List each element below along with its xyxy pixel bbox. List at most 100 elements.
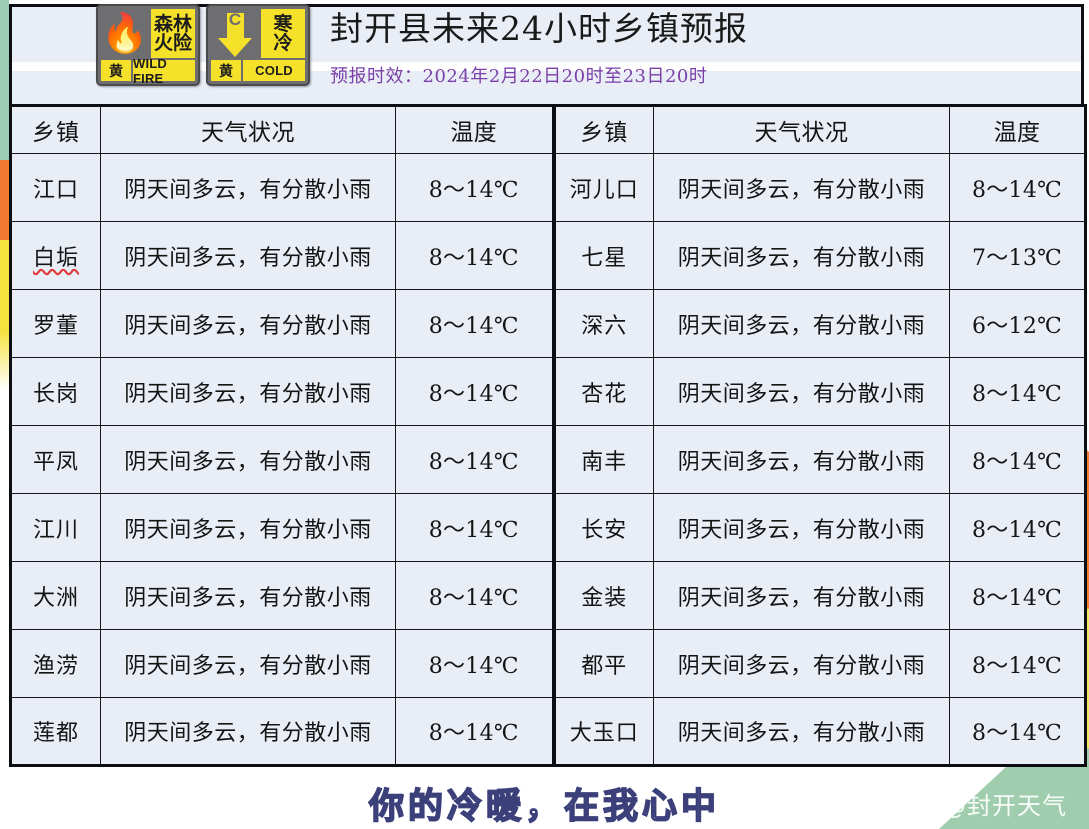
cell-town-left: 平凤 [10, 425, 101, 494]
wildfire-word-bottom: 火险 [153, 31, 192, 54]
table-row: 江川 阴天间多云，有分散小雨 8～14℃ 长安 阴天间多云，有分散小雨 8～14… [10, 493, 1086, 562]
cell-temp-left: 8～14℃ [395, 629, 554, 698]
warning-badge-group: 🔥 森林 火险 黄 WILD FIRE C 寒 冷 黄 COLD [96, 4, 310, 86]
cell-temp-right: 8～14℃ [949, 561, 1086, 630]
cell-condition-right: 阴天间多云，有分散小雨 [653, 357, 950, 426]
forecast-table-wrapper: 乡镇 天气状况 温度 乡镇 天气状况 温度 江口 阴天间多云，有分散小雨 8～1… [9, 104, 1087, 767]
cell-town-left: 江川 [10, 493, 101, 562]
header-text-block: 封开县未来24小时乡镇预报 预报时效：2024年2月22日20时至23日20时 [330, 6, 748, 92]
cell-town-left: 渔涝 [10, 629, 101, 698]
decoration-ribbon-left-fade [0, 330, 9, 390]
column-header-condition-left: 天气状况 [100, 104, 396, 154]
cold-badge-bottom: 黄 COLD [211, 60, 305, 81]
cell-town-right: 七星 [551, 221, 654, 290]
wildfire-english-label: WILD FIRE [133, 56, 195, 86]
table-row: 大洲 阴天间多云，有分散小雨 8～14℃ 金装 阴天间多云，有分散小雨 8～14… [10, 561, 1086, 630]
cell-temp-right: 8～14℃ [949, 425, 1086, 494]
wildfire-badge-top: 🔥 森林 火险 [101, 9, 195, 58]
cell-town-right: 杏花 [551, 357, 654, 426]
cell-condition-left: 阴天间多云，有分散小雨 [100, 425, 396, 494]
forecast-table-head: 乡镇 天气状况 温度 乡镇 天气状况 温度 [10, 104, 1086, 154]
cell-condition-right: 阴天间多云，有分散小雨 [653, 697, 950, 766]
cell-temp-left: 8～14℃ [395, 425, 554, 494]
cell-town-right: 南丰 [551, 425, 654, 494]
cell-condition-left: 阴天间多云，有分散小雨 [100, 561, 396, 630]
forecast-table: 乡镇 天气状况 温度 乡镇 天气状况 温度 江口 阴天间多云，有分散小雨 8～1… [9, 104, 1087, 767]
cell-temp-right: 8～14℃ [949, 357, 1086, 426]
cell-condition-left: 阴天间多云，有分散小雨 [100, 357, 396, 426]
arrow-head [218, 37, 252, 57]
cell-town-right: 都平 [551, 629, 654, 698]
cell-condition-left: 阴天间多云，有分散小雨 [100, 289, 396, 358]
forecast-period-subtitle: 预报时效：2024年2月22日20时至23日20时 [330, 66, 708, 87]
cell-condition-right: 阴天间多云，有分散小雨 [653, 221, 950, 290]
cell-condition-right: 阴天间多云，有分散小雨 [653, 629, 950, 698]
wildfire-badge-bottom: 黄 WILD FIRE [101, 56, 195, 86]
wildfire-word-top: 森林 [153, 12, 192, 35]
cell-temp-left: 8～14℃ [395, 697, 554, 766]
table-row: 长岗 阴天间多云，有分散小雨 8～14℃ 杏花 阴天间多云，有分散小雨 8～14… [10, 357, 1086, 426]
weibo-watermark: @封开天气 [905, 786, 1067, 821]
cell-temp-left: 8～14℃ [395, 357, 554, 426]
cell-town-left: 白垢 [10, 221, 101, 290]
cell-town-right: 深六 [551, 289, 654, 358]
cell-town-right: 长安 [551, 493, 654, 562]
cold-english-label: COLD [243, 60, 305, 81]
cell-temp-right: 6～12℃ [949, 289, 1086, 358]
cold-badge-word: 寒 冷 [261, 9, 305, 58]
cell-condition-right: 阴天间多云，有分散小雨 [653, 561, 950, 630]
decoration-ribbon-left-orange [0, 160, 9, 255]
cold-arrow-letter: C [228, 9, 242, 29]
weibo-icon [905, 790, 936, 816]
cell-town-left: 长岗 [10, 357, 101, 426]
cell-town-right: 大玉口 [551, 697, 654, 766]
page-title: 封开县未来24小时乡镇预报 [330, 9, 748, 48]
table-row: 渔涝 阴天间多云，有分散小雨 8～14℃ 都平 阴天间多云，有分散小雨 8～14… [10, 629, 1086, 698]
table-header-row: 乡镇 天气状况 温度 乡镇 天气状况 温度 [10, 104, 1086, 154]
cold-word-top: 寒 [273, 12, 293, 35]
cell-temp-left: 8～14℃ [395, 153, 554, 222]
cold-level-label: 黄 [211, 60, 241, 81]
cold-arrow-icon: C [211, 9, 259, 58]
weather-forecast-card: 🔥 森林 火险 黄 WILD FIRE C 寒 冷 黄 COLD 封开县未来24… [0, 0, 1089, 829]
cell-town-left: 江口 [10, 153, 101, 222]
flame-glyph: 🔥 [101, 12, 149, 55]
column-header-temp-right: 温度 [949, 104, 1086, 154]
column-header-temp-left: 温度 [395, 104, 554, 154]
weibo-icon-inner-ring [912, 800, 921, 808]
cell-temp-left: 8～14℃ [395, 289, 554, 358]
table-row: 罗董 阴天间多云，有分散小雨 8～14℃ 深六 阴天间多云，有分散小雨 6～12… [10, 289, 1086, 358]
cell-town-left: 大洲 [10, 561, 101, 630]
cell-condition-right: 阴天间多云，有分散小雨 [653, 153, 950, 222]
cell-condition-right: 阴天间多云，有分散小雨 [653, 425, 950, 494]
decoration-ribbon-left-green [0, 0, 9, 172]
wildfire-badge-word: 森林 火险 [151, 9, 195, 58]
cell-town-right: 河儿口 [551, 153, 654, 222]
cell-town-right: 金装 [551, 561, 654, 630]
column-header-condition-right: 天气状况 [653, 104, 950, 154]
cell-condition-left: 阴天间多云，有分散小雨 [100, 221, 396, 290]
cell-temp-left: 8～14℃ [395, 221, 554, 290]
cell-town-left: 莲都 [10, 697, 101, 766]
cell-town-left: 罗董 [10, 289, 101, 358]
warning-badge-wildfire: 🔥 森林 火险 黄 WILD FIRE [96, 4, 200, 86]
weibo-icon-arc [923, 790, 936, 804]
table-row: 平凤 阴天间多云，有分散小雨 8～14℃ 南丰 阴天间多云，有分散小雨 8～14… [10, 425, 1086, 494]
forecast-table-body: 江口 阴天间多云，有分散小雨 8～14℃ 河儿口 阴天间多云，有分散小雨 8～1… [10, 153, 1086, 766]
cell-temp-left: 8～14℃ [395, 561, 554, 630]
cell-condition-left: 阴天间多云，有分散小雨 [100, 697, 396, 766]
wildfire-level-label: 黄 [101, 60, 131, 81]
table-row: 江口 阴天间多云，有分散小雨 8～14℃ 河儿口 阴天间多云，有分散小雨 8～1… [10, 153, 1086, 222]
cell-temp-right: 8～14℃ [949, 629, 1086, 698]
table-row: 莲都 阴天间多云，有分散小雨 8～14℃ 大玉口 阴天间多云，有分散小雨 8～1… [10, 697, 1086, 766]
column-header-town-right: 乡镇 [551, 104, 654, 154]
warning-badge-cold: C 寒 冷 黄 COLD [206, 4, 310, 86]
cell-condition-left: 阴天间多云，有分散小雨 [100, 629, 396, 698]
cell-temp-right: 8～14℃ [949, 493, 1086, 562]
decoration-ribbon-left-yellow [0, 240, 9, 350]
weibo-handle: @封开天气 [942, 792, 1067, 820]
cell-temp-right: 7～13℃ [949, 221, 1086, 290]
cell-condition-left: 阴天间多云，有分散小雨 [100, 153, 396, 222]
cold-badge-top: C 寒 冷 [211, 9, 305, 58]
cold-word-bottom: 冷 [273, 31, 293, 54]
